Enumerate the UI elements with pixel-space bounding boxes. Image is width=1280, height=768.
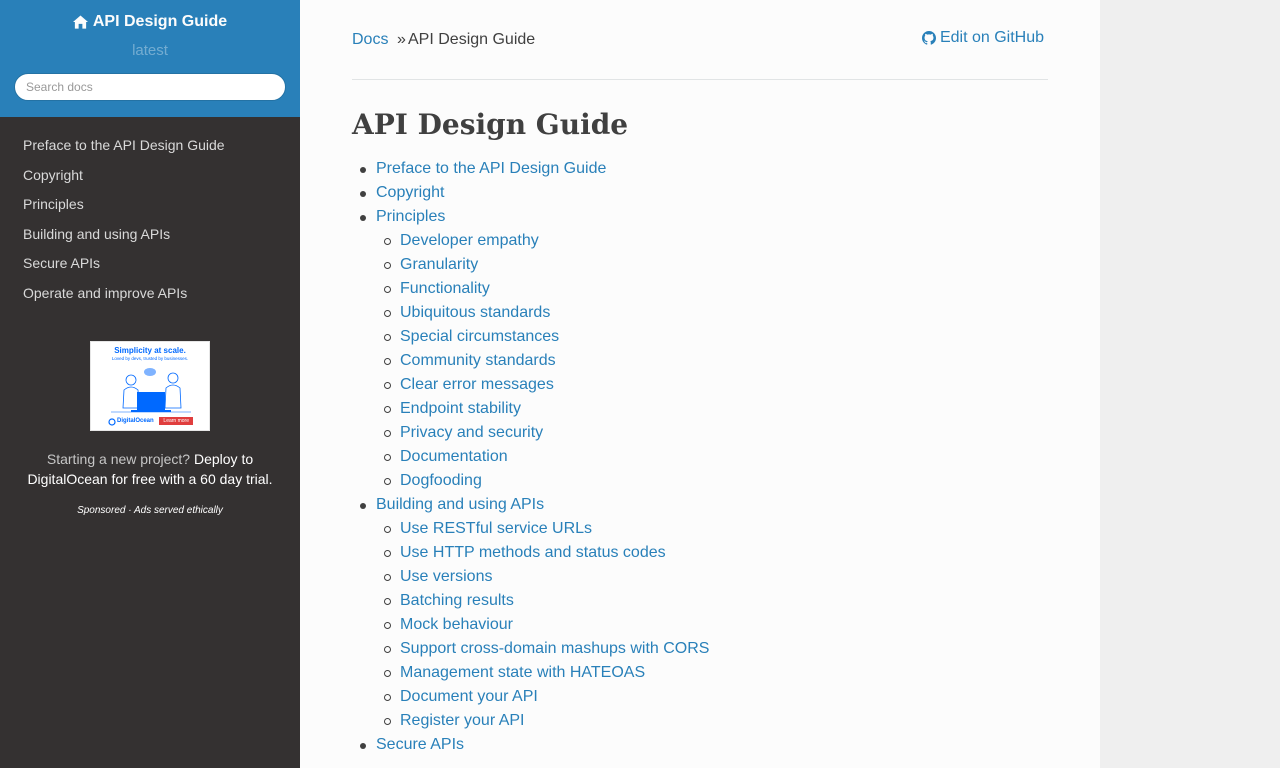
breadcrumb-separator: » [397, 31, 406, 48]
toc-subitem: Clear error messages [376, 373, 1048, 397]
toc-item: Building and using APIs Use RESTful serv… [352, 493, 1048, 733]
sidebar-item-label[interactable]: Principles [23, 196, 84, 212]
version-label: latest [132, 42, 168, 59]
sponsor-ad: Simplicity at scale. Loved by devs, trus… [0, 340, 300, 516]
toc-link[interactable]: Developer empathy [400, 232, 539, 249]
toc-subitem: Document your API [376, 685, 1048, 709]
toc-link[interactable]: Document your API [400, 688, 538, 705]
sidebar-nav: Preface to the API Design Guide Copyrigh… [0, 134, 300, 312]
search-input[interactable] [14, 73, 286, 101]
main-content: Docs » API Design Guide Edit on GitHub A… [300, 0, 1100, 768]
sidebar-item-label[interactable]: Preface to the API Design Guide [23, 137, 225, 153]
toc-link[interactable]: Preface to the API Design Guide [376, 160, 606, 177]
toc-link[interactable]: Management state with HATEOAS [400, 664, 645, 681]
sidebar-item-preface[interactable]: Preface to the API Design Guide [0, 134, 300, 164]
home-icon [72, 15, 88, 29]
toc-subitem: Use HTTP methods and status codes [376, 541, 1048, 565]
toc-link[interactable]: Ubiquitous standards [400, 304, 550, 321]
toc-subitem: Dogfooding [376, 469, 1048, 493]
toc-item: Principles Developer empathy Granularity… [352, 205, 1048, 493]
toc-subitem: Management state with HATEOAS [376, 661, 1048, 685]
sidebar-item-label[interactable]: Secure APIs [23, 255, 100, 271]
toc-subitem: Mock behaviour [376, 613, 1048, 637]
sidebar-header: API Design Guide latest [0, 0, 300, 117]
sidebar-item-secure-apis[interactable]: Secure APIs [0, 252, 300, 282]
page-title: API Design Guide [352, 108, 629, 141]
toc-link[interactable]: Community standards [400, 352, 556, 369]
toc-subitem: Granularity [376, 253, 1048, 277]
sidebar-item-label[interactable]: Building and using APIs [23, 226, 170, 242]
toc-item: Preface to the API Design Guide [352, 157, 1048, 181]
toc-subitem: Developer empathy [376, 229, 1048, 253]
ad-text[interactable]: Starting a new project? Deploy to Digita… [18, 449, 282, 489]
github-icon [921, 31, 936, 45]
ad-banner-image[interactable]: Simplicity at scale. Loved by devs, trus… [90, 340, 210, 431]
toc-link[interactable]: Building and using APIs [376, 496, 544, 513]
toc-link[interactable]: Endpoint stability [400, 400, 521, 417]
toc-link[interactable]: Support cross-domain mashups with CORS [400, 640, 709, 657]
toc-link[interactable]: Use RESTful service URLs [400, 520, 592, 537]
sidebar-item-copyright[interactable]: Copyright [0, 164, 300, 194]
toc-link[interactable]: Copyright [376, 184, 444, 201]
breadcrumb: Docs » API Design Guide Edit on GitHub [352, 0, 1048, 80]
table-of-contents: Preface to the API Design Guide Copyrigh… [352, 157, 1048, 757]
toc-link[interactable]: Register your API [400, 712, 525, 729]
toc-subitem: Use RESTful service URLs [376, 517, 1048, 541]
toc-subitem: Documentation [376, 445, 1048, 469]
edit-link-label: Edit on GitHub [939, 29, 1044, 46]
toc-link[interactable]: Use versions [400, 568, 492, 585]
toc-link[interactable]: Mock behaviour [400, 616, 513, 633]
toc-link[interactable]: Functionality [400, 280, 490, 297]
ad-text-lead: Starting a new project? [46, 450, 191, 467]
toc-subitem: Functionality [376, 277, 1048, 301]
toc-link[interactable]: Documentation [400, 448, 508, 465]
toc-link[interactable]: Use HTTP methods and status codes [400, 544, 666, 561]
sidebar: API Design Guide latest Preface to the A… [0, 0, 300, 768]
edit-on-github-link[interactable]: Edit on GitHub [921, 29, 1044, 47]
sidebar-item-operate-apis[interactable]: Operate and improve APIs [0, 282, 300, 312]
toc-link[interactable]: Dogfooding [400, 472, 482, 489]
toc-link[interactable]: Secure APIs [376, 736, 464, 753]
toc-subitem: Use versions [376, 565, 1048, 589]
toc-subitem: Endpoint stability [376, 397, 1048, 421]
toc-sublist: Developer empathy Granularity Functional… [376, 229, 1048, 493]
sidebar-item-label[interactable]: Operate and improve APIs [23, 285, 187, 301]
toc-link[interactable]: Principles [376, 208, 445, 225]
sidebar-item-principles[interactable]: Principles [0, 193, 300, 223]
toc-subitem: Special circumstances [376, 325, 1048, 349]
toc-link[interactable]: Batching results [400, 592, 514, 609]
breadcrumb-docs-link[interactable]: Docs [352, 31, 388, 49]
toc-sublist: Use RESTful service URLs Use HTTP method… [376, 517, 1048, 733]
right-gutter [1100, 0, 1280, 768]
toc-link[interactable]: Special circumstances [400, 328, 559, 345]
toc-subitem: Batching results [376, 589, 1048, 613]
toc-subitem: Ubiquitous standards [376, 301, 1048, 325]
toc-item: Secure APIs [352, 733, 1048, 757]
toc-link[interactable]: Clear error messages [400, 376, 554, 393]
ad-logo-text: DigitalOcean [117, 417, 154, 424]
breadcrumb-current: API Design Guide [408, 31, 536, 48]
toc-subitem: Support cross-domain mashups with CORS [376, 637, 1048, 661]
toc-link[interactable]: Privacy and security [400, 424, 543, 441]
ad-cta-button[interactable]: Learn more [159, 416, 193, 425]
ad-sponsored-label[interactable]: Sponsored · Ads served ethically [0, 505, 300, 516]
brand-title: API Design Guide [92, 13, 228, 30]
home-link[interactable]: API Design Guide [72, 13, 228, 31]
sidebar-item-label[interactable]: Copyright [23, 167, 83, 183]
toc-subitem: Community standards [376, 349, 1048, 373]
toc-subitem: Privacy and security [376, 421, 1048, 445]
toc-subitem: Register your API [376, 709, 1048, 733]
toc-link[interactable]: Granularity [400, 256, 478, 273]
sidebar-item-building-apis[interactable]: Building and using APIs [0, 223, 300, 253]
toc-item: Copyright [352, 181, 1048, 205]
